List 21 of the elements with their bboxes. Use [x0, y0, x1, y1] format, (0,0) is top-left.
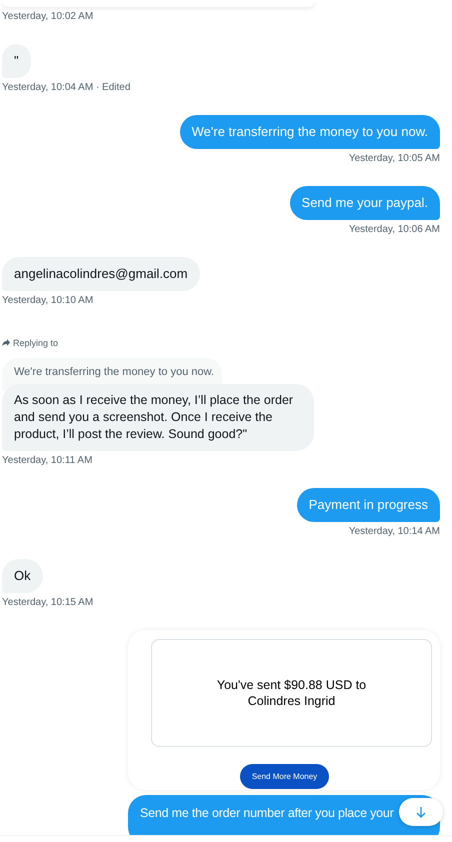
replying-label: Replying to [13, 337, 58, 349]
scroll-down-button[interactable] [399, 798, 443, 826]
arrow-down-icon [416, 806, 426, 818]
message-bubble: Payment in progress [296, 488, 440, 522]
send-more-money-button[interactable]: Send More Money [240, 764, 329, 789]
message-timestamp: Yesterday, 10:04 AM · Edited [2, 82, 130, 94]
message-timestamp: Yesterday, 10:11 AM [2, 455, 92, 467]
message-bubble: " [2, 44, 31, 78]
message-bubble: As soon as I receive the money, I’ll place the order and send you a screenshot. Once I receive the product, I’ll post the review. Sound good?" [2, 384, 314, 451]
message-timestamp: Yesterday, 10:02 AM [2, 11, 94, 23]
message-bubble: We're transferring the money to you now. [180, 115, 440, 149]
message-bubble: Ok [2, 559, 43, 593]
payment-summary: You've sent $90.88 USD to Colindres Ingrid [151, 639, 432, 747]
message-timestamp: Yesterday, 10:06 AM [348, 224, 440, 236]
message-bubble: Send me your paypal. [290, 186, 440, 220]
message-timestamp: Yesterday, 10:10 AM [2, 295, 94, 307]
message-timestamp: Yesterday, 10:05 AM [348, 153, 440, 165]
message-bubble: angelinacolindres@gmail.com [2, 257, 200, 291]
message-timestamp: Yesterday, 10:14 AM [348, 526, 440, 538]
reply-arrow-icon [2, 339, 10, 347]
message-timestamp: Yesterday, 10:15 AM [2, 597, 94, 609]
